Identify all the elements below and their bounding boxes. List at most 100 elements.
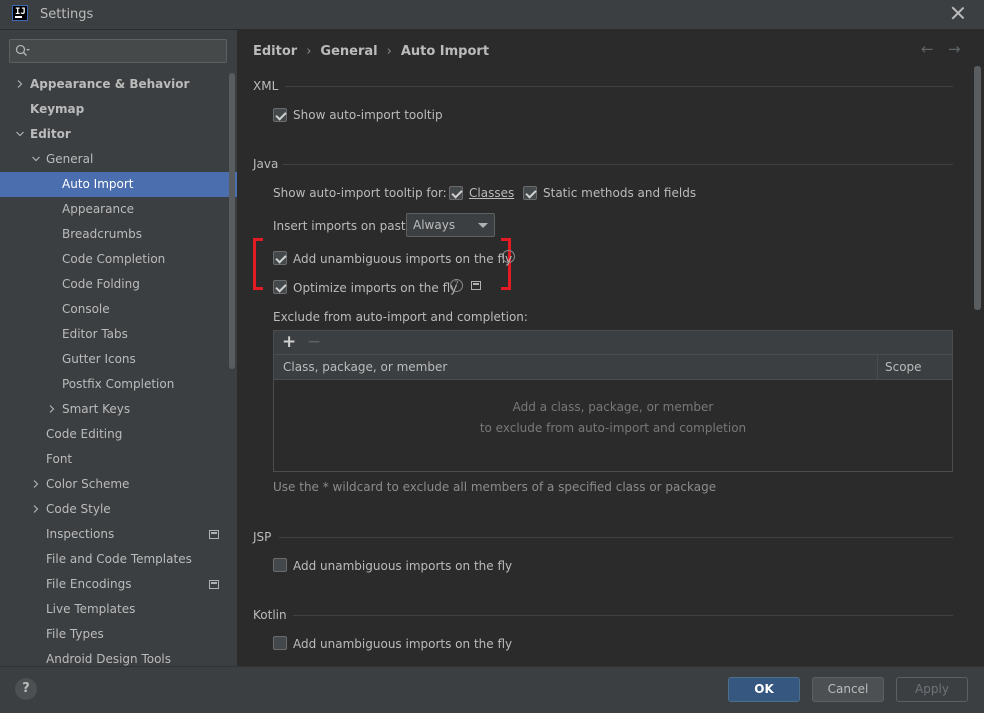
sidebar-item-file-and-code-templates[interactable]: File and Code Templates [0, 547, 237, 572]
sidebar-item-code-style[interactable]: Code Style [0, 497, 237, 522]
sidebar-item-label: General [46, 152, 94, 166]
kotlin-add-unambiguous-checkbox[interactable] [273, 636, 287, 650]
sidebar-item-label: Console [62, 302, 110, 316]
classes-label: Classes [469, 186, 515, 200]
section-jsp-title: JSP [253, 530, 272, 544]
chevron-right-icon[interactable] [32, 505, 40, 513]
section-java-title: Java [253, 157, 279, 171]
static-methods-label: Static methods and fields [543, 186, 697, 200]
optimize-imports-checkbox[interactable] [273, 280, 287, 294]
sidebar-item-editor-tabs[interactable]: Editor Tabs [0, 322, 237, 347]
cancel-button[interactable]: Cancel [812, 677, 884, 702]
sidebar-item-code-completion[interactable]: Code Completion [0, 247, 237, 272]
sidebar-item-label: Code Editing [46, 427, 123, 441]
sidebar-scrollbar[interactable] [229, 73, 235, 369]
section-divider [283, 164, 953, 165]
sidebar-item-postfix-completion[interactable]: Postfix Completion [0, 372, 237, 397]
sidebar-item-general[interactable]: General [0, 147, 237, 172]
forward-arrow-icon[interactable]: → [948, 42, 964, 57]
sidebar-item-file-encodings[interactable]: File Encodings [0, 572, 237, 597]
exclude-table-header: Class, package, or member Scope [274, 355, 952, 380]
content-scrollbar[interactable] [974, 66, 981, 310]
breadcrumb: Editor › General › Auto Import [253, 44, 490, 59]
breadcrumb-general[interactable]: General [320, 44, 377, 59]
sidebar-item-appearance-behavior[interactable]: Appearance & Behavior [0, 72, 237, 97]
sidebar-item-label: Breadcrumbs [62, 227, 142, 241]
settings-tree: Appearance & Behavior Keymap Editor General… [0, 72, 237, 666]
jsp-add-unambiguous-checkbox[interactable] [273, 558, 287, 572]
add-icon[interactable]: + [282, 332, 296, 352]
settings-sidebar: Appearance & Behavior Keymap Editor General… [0, 30, 237, 666]
xml-show-tooltip-checkbox[interactable] [273, 108, 287, 122]
sidebar-item-label: Appearance & Behavior [30, 77, 190, 91]
sidebar-item-smart-keys[interactable]: Smart Keys [0, 397, 237, 422]
column-separator [877, 355, 878, 380]
sidebar-item-keymap[interactable]: Keymap [0, 97, 237, 122]
kotlin-add-unambiguous-label: Add unambiguous imports on the fly [293, 637, 513, 651]
title-bar: IJ Settings [0, 0, 984, 30]
highlight-bracket-left [253, 238, 263, 290]
sidebar-item-label: Live Templates [46, 602, 136, 616]
chevron-down-icon [478, 223, 488, 228]
ok-button[interactable]: OK [728, 677, 800, 702]
sidebar-item-code-editing[interactable]: Code Editing [0, 422, 237, 447]
section-xml-title: XML [253, 79, 279, 93]
sidebar-item-label: Gutter Icons [62, 352, 136, 366]
sidebar-item-gutter-icons[interactable]: Gutter Icons [0, 347, 237, 372]
remove-icon[interactable]: − [307, 332, 321, 352]
chevron-right-icon[interactable] [16, 80, 24, 88]
breadcrumb-editor[interactable]: Editor [253, 44, 297, 59]
project-level-icon [209, 530, 219, 539]
sidebar-item-label: Editor [30, 127, 71, 141]
sidebar-item-code-folding[interactable]: Code Folding [0, 272, 237, 297]
chevron-down-icon[interactable] [32, 155, 40, 163]
chevron-right-icon[interactable] [32, 480, 40, 488]
sidebar-item-color-scheme[interactable]: Color Scheme [0, 472, 237, 497]
java-add-unambiguous-label: Add unambiguous imports on the fly [293, 252, 513, 266]
sidebar-item-appearance[interactable]: Appearance [0, 197, 237, 222]
insert-on-paste-label: Insert imports on paste: [273, 219, 418, 233]
sidebar-item-console[interactable]: Console [0, 297, 237, 322]
close-icon[interactable] [950, 5, 966, 21]
column-header-class[interactable]: Class, package, or member [283, 360, 447, 374]
help-icon[interactable]: ? [450, 279, 463, 292]
sidebar-item-label: Inspections [46, 527, 115, 541]
window-title: Settings [40, 7, 94, 22]
insert-on-paste-dropdown[interactable]: Always [406, 213, 495, 237]
section-divider [279, 537, 953, 538]
column-header-scope[interactable]: Scope [885, 360, 922, 374]
sidebar-item-inspections[interactable]: Inspections [0, 522, 237, 547]
settings-search-input[interactable] [9, 39, 227, 63]
exclude-table: + − Class, package, or member Scope Add … [273, 330, 953, 472]
back-arrow-icon[interactable]: ← [921, 42, 937, 57]
sidebar-item-font[interactable]: Font [0, 447, 237, 472]
empty-table-link[interactable]: Add a class, package, or member [274, 400, 952, 414]
sidebar-item-breadcrumbs[interactable]: Breadcrumbs [0, 222, 237, 247]
sidebar-item-editor[interactable]: Editor [0, 122, 237, 147]
chevron-right-icon[interactable] [48, 405, 56, 413]
sidebar-item-file-types[interactable]: File Types [0, 622, 237, 647]
sidebar-item-label: Color Scheme [46, 477, 130, 491]
wildcard-hint: Use the * wildcard to exclude all member… [273, 480, 717, 494]
sidebar-item-android-design-tools[interactable]: Android Design Tools [0, 647, 237, 666]
sidebar-item-label: Code Completion [62, 252, 166, 266]
sidebar-item-live-templates[interactable]: Live Templates [0, 597, 237, 622]
project-level-icon [471, 281, 481, 290]
static-methods-checkbox[interactable] [523, 186, 537, 200]
sidebar-item-label: File Encodings [46, 577, 132, 591]
help-icon[interactable]: ? [15, 678, 37, 700]
sidebar-item-auto-import[interactable]: Auto Import [0, 172, 237, 197]
breadcrumb-auto-import: Auto Import [400, 44, 490, 59]
sidebar-item-label: Android Design Tools [46, 652, 172, 666]
sidebar-item-label: File and Code Templates [46, 552, 192, 566]
dropdown-value: Always [413, 218, 456, 232]
tooltip-for-label: Show auto-import tooltip for: [273, 186, 447, 200]
classes-checkbox[interactable] [449, 186, 463, 200]
chevron-down-icon[interactable] [16, 130, 24, 138]
java-add-unambiguous-checkbox[interactable] [273, 251, 287, 265]
apply-button[interactable]: Apply [896, 677, 968, 702]
sidebar-item-label: Keymap [30, 102, 85, 116]
xml-show-tooltip-label: Show auto-import tooltip [293, 108, 443, 122]
sidebar-item-label: Auto Import [62, 177, 134, 191]
dialog-footer: ? OK Cancel Apply [0, 666, 984, 713]
